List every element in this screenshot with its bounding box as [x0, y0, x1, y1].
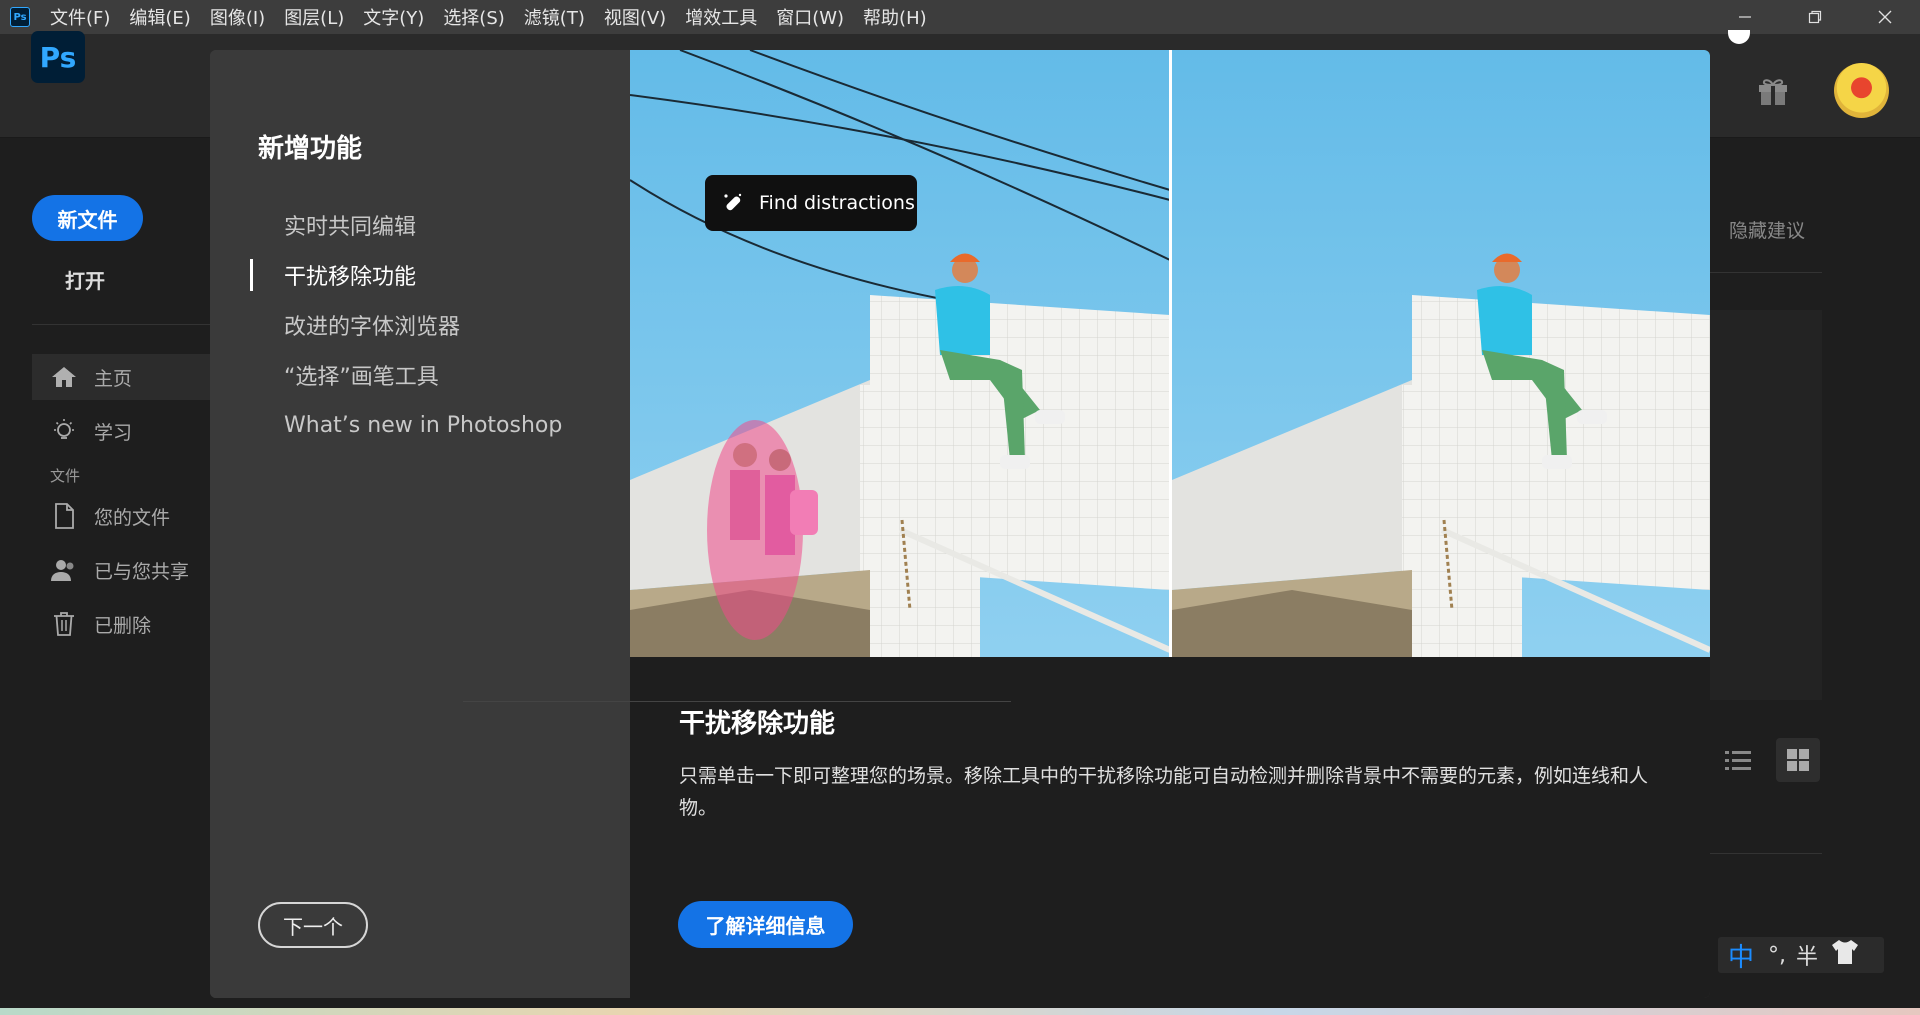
- menu-help[interactable]: 帮助(H): [863, 4, 927, 30]
- shared-users-icon: [50, 556, 78, 584]
- suggestion-card: [1710, 310, 1822, 700]
- ime-mode: 中: [1728, 942, 1755, 973]
- photoshop-logo: Ps: [31, 31, 85, 83]
- list-view-icon[interactable]: [1716, 739, 1760, 783]
- feature-item-font-browser[interactable]: 改进的字体浏览器: [250, 300, 562, 350]
- feature-item-selection-brush[interactable]: “选择”画笔工具: [250, 350, 562, 400]
- minimize-icon[interactable]: [1710, 0, 1780, 34]
- feature-item-distraction-removal[interactable]: 干扰移除功能: [250, 250, 562, 300]
- gift-icon[interactable]: [1756, 74, 1790, 106]
- nav-divider: [32, 324, 210, 325]
- grid-view-icon[interactable]: [1776, 738, 1820, 782]
- feature-title: 干扰移除功能: [679, 709, 836, 739]
- menu-file[interactable]: 文件(F): [50, 4, 110, 30]
- nav-item-learn[interactable]: 学习: [32, 408, 210, 454]
- close-icon[interactable]: [1850, 0, 1920, 34]
- ime-width: 半: [1796, 945, 1819, 970]
- files-section-label: 文件: [50, 467, 81, 485]
- feature-description: 只需单击一下即可整理您的场景。移除工具中的干扰移除功能可自动检测并删除背景中不需…: [679, 765, 1649, 819]
- nav-label-shared: 已与您共享: [94, 560, 190, 583]
- feature-list: 实时共同编辑 干扰移除功能 改进的字体浏览器 “选择”画笔工具 What’s n…: [250, 200, 562, 450]
- photoshop-app-icon[interactable]: Ps: [10, 7, 30, 27]
- find-distractions-label: Find distractions: [759, 192, 915, 214]
- feature-item-live-coediting[interactable]: 实时共同编辑: [250, 200, 562, 250]
- right-divider-bottom: [1710, 853, 1822, 854]
- nav-label-your-files: 您的文件: [94, 506, 171, 529]
- skin-shirt-icon: [1830, 939, 1860, 971]
- nav-label-home: 主页: [94, 367, 133, 390]
- ime-punct: °,: [1768, 942, 1787, 968]
- dialog-title: 新增功能: [258, 134, 363, 164]
- menu-window[interactable]: 窗口(W): [776, 4, 844, 30]
- bandage-sparkle-icon: [721, 191, 745, 215]
- restore-icon[interactable]: [1780, 0, 1850, 34]
- before-after-photo: [630, 50, 1710, 657]
- new-file-button[interactable]: 新文件: [32, 195, 143, 241]
- after-image: [1172, 50, 1710, 657]
- comparison-divider[interactable]: [1169, 50, 1172, 657]
- nav-label-learn: 学习: [94, 421, 133, 444]
- menu-filter[interactable]: 滤镜(T): [524, 4, 585, 30]
- hide-suggestions-link[interactable]: 隐藏建议: [1729, 216, 1805, 243]
- menu-layer[interactable]: 图层(L): [284, 4, 344, 30]
- taskbar-edge: [0, 1008, 1920, 1015]
- dialog-sidebar: 新增功能 实时共同编辑 干扰移除功能 改进的字体浏览器 “选择”画笔工具 Wha…: [210, 50, 630, 998]
- trash-icon: [50, 610, 78, 638]
- feature-hero-image: Find distractions: [630, 50, 1710, 657]
- user-avatar[interactable]: [1834, 63, 1889, 118]
- right-divider: [1710, 272, 1822, 273]
- ime-indicator[interactable]: 中 °, 半: [1718, 937, 1884, 973]
- home-icon: [50, 363, 78, 391]
- dialog-content: Find distractions 干扰移除功能 只需单击一下即可整理您的场景。…: [630, 50, 1710, 998]
- menu-image[interactable]: 图像(I): [210, 4, 265, 30]
- learn-more-button[interactable]: 了解详细信息: [678, 901, 853, 948]
- whats-new-dialog: 新增功能 实时共同编辑 干扰移除功能 改进的字体浏览器 “选择”画笔工具 Wha…: [210, 50, 1710, 998]
- lightbulb-icon: [50, 417, 78, 445]
- document-icon: [50, 502, 78, 530]
- menu-bar: Ps 文件(F) 编辑(E) 图像(I) 图层(L) 文字(Y) 选择(S) 滤…: [0, 0, 1920, 34]
- menu-plugins[interactable]: 增效工具: [685, 4, 757, 30]
- menu-edit[interactable]: 编辑(E): [129, 4, 190, 30]
- nav-item-your-files[interactable]: 您的文件: [32, 493, 210, 539]
- next-button[interactable]: 下一个: [258, 902, 368, 948]
- open-button[interactable]: 打开: [65, 265, 105, 294]
- feature-item-whats-new[interactable]: What’s new in Photoshop: [250, 400, 562, 450]
- before-image: [630, 50, 1172, 657]
- find-distractions-pill: Find distractions: [705, 175, 917, 231]
- nav-item-home[interactable]: 主页: [32, 354, 210, 400]
- window-controls: [1710, 0, 1920, 34]
- nav-item-shared[interactable]: 已与您共享: [32, 547, 210, 593]
- menu-view[interactable]: 视图(V): [604, 4, 666, 30]
- menu-items: 文件(F) 编辑(E) 图像(I) 图层(L) 文字(Y) 选择(S) 滤镜(T…: [50, 4, 946, 30]
- dialog-divider-line: [463, 701, 1011, 702]
- menu-select[interactable]: 选择(S): [443, 4, 504, 30]
- nav-label-deleted: 已删除: [94, 614, 152, 637]
- menu-type[interactable]: 文字(Y): [363, 4, 424, 30]
- nav-item-deleted[interactable]: 已删除: [32, 601, 210, 647]
